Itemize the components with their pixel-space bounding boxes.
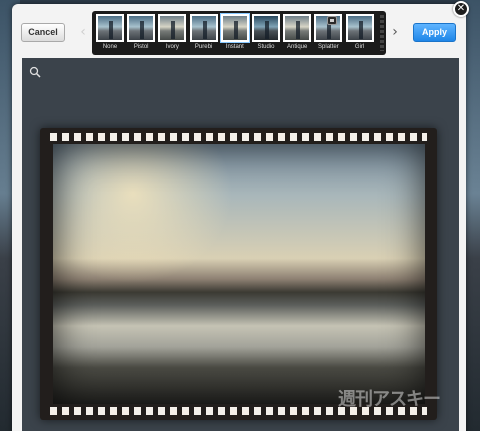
photo-vignette <box>53 144 425 404</box>
strip-scrollbar[interactable] <box>380 15 384 51</box>
magnifier-icon[interactable] <box>29 66 41 78</box>
filter-label: Girl <box>354 44 365 50</box>
filter-thumbnail <box>252 14 280 42</box>
film-sprockets-top <box>50 133 427 141</box>
strip-handle-icon[interactable] <box>327 16 337 25</box>
filter-label: None <box>102 44 118 50</box>
watermark-text: 週刊アスキー <box>338 389 441 410</box>
filter-studio[interactable]: Studio <box>252 14 280 54</box>
filter-label: Pistol <box>133 44 149 50</box>
filter-label: Splatter <box>318 44 339 50</box>
filter-label: Antique <box>287 44 308 50</box>
filter-strip[interactable]: None Pistol Ivory Purebi Instant Studio Antiqu… <box>92 11 386 55</box>
filter-thumbnail <box>96 14 124 42</box>
apply-button[interactable]: Apply <box>413 23 456 42</box>
filter-label: Studio <box>257 44 275 50</box>
close-icon[interactable]: ✕ <box>453 1 469 17</box>
filter-thumbnail <box>283 14 312 42</box>
filter-thumbnail <box>189 14 218 42</box>
filter-ivory[interactable]: Ivory <box>158 14 187 54</box>
filter-girl[interactable]: Girl <box>345 14 374 54</box>
next-arrow-icon[interactable]: › <box>390 23 400 42</box>
filter-thumbnail <box>345 14 374 42</box>
filter-pistol[interactable]: Pistol <box>127 14 156 54</box>
filter-none[interactable]: None <box>96 14 124 54</box>
filter-thumbnail <box>127 14 156 42</box>
filter-antique[interactable]: Antique <box>283 14 312 54</box>
filter-thumbnail <box>220 14 249 42</box>
previous-arrow-icon[interactable]: ‹ <box>78 23 88 42</box>
preview-photo <box>53 144 425 404</box>
filter-label: Purebi <box>194 44 213 50</box>
filter-label: Ivory <box>165 44 179 50</box>
filter-label: Instant <box>225 44 244 50</box>
cancel-button[interactable]: Cancel <box>21 23 65 42</box>
filter-purebi[interactable]: Purebi <box>189 14 218 54</box>
filter-thumbnail <box>158 14 187 42</box>
filter-instant[interactable]: Instant <box>220 14 249 54</box>
